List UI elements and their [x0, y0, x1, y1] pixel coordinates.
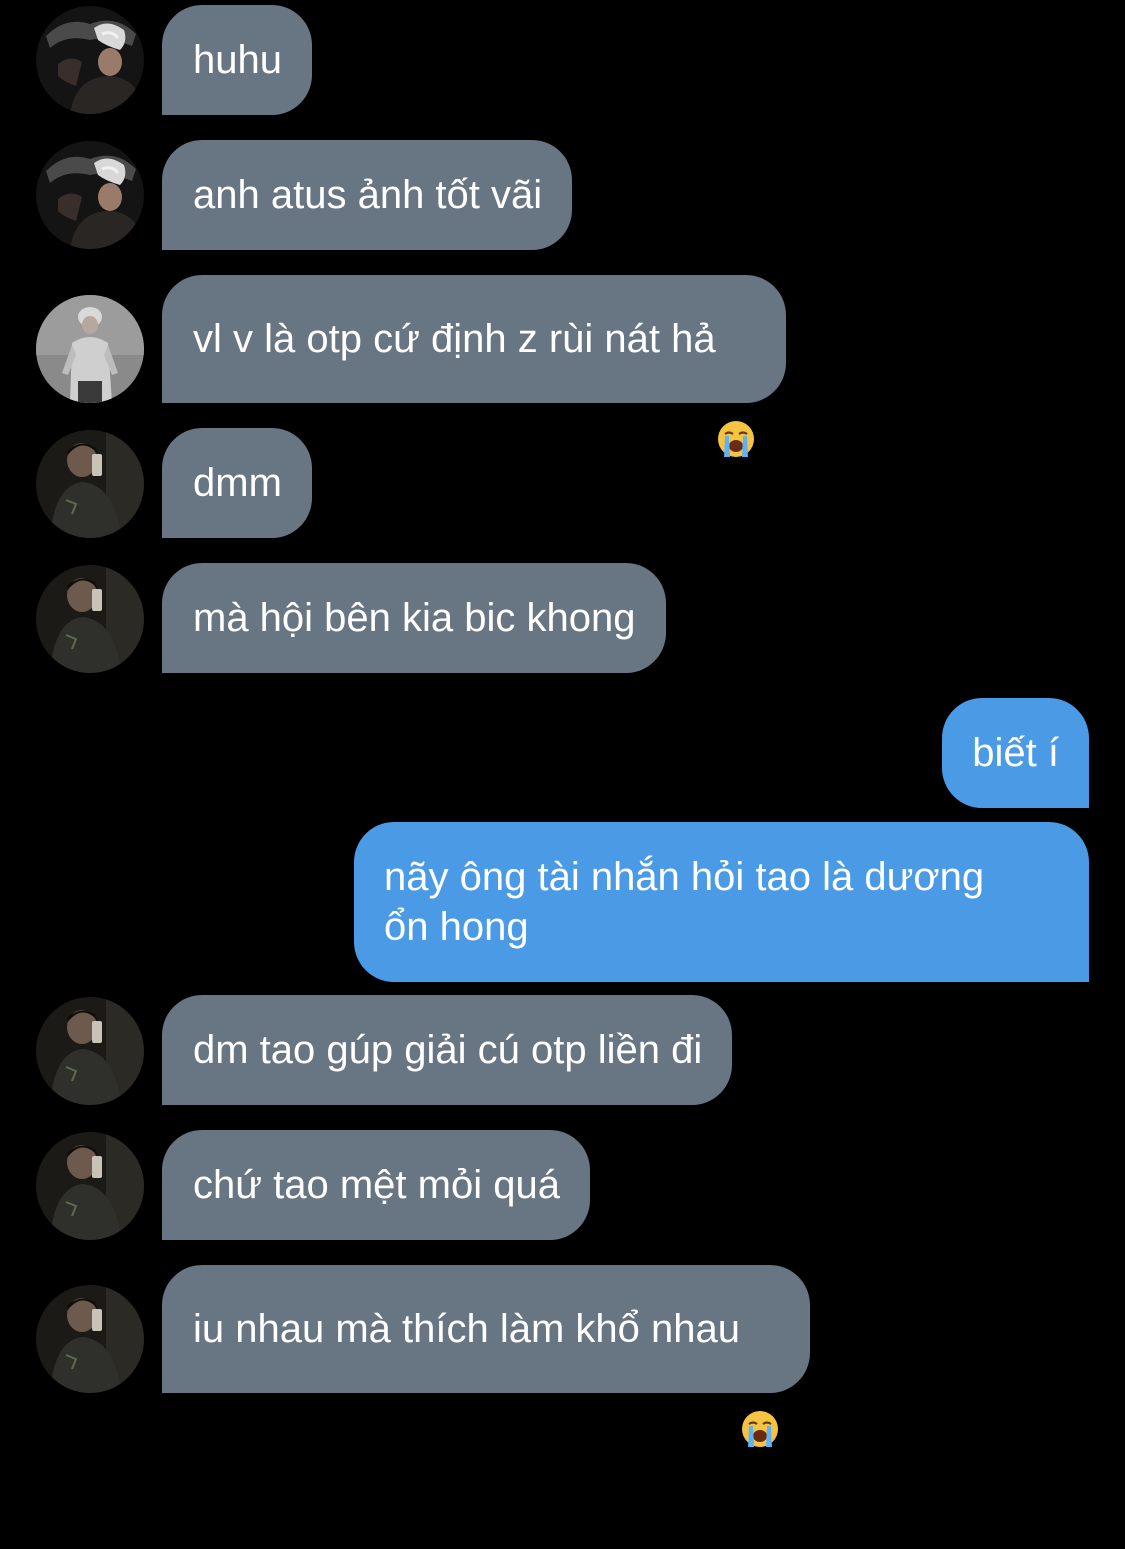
message-text: anh atus ảnh tốt vãi — [193, 173, 543, 217]
message-text: chứ tao mệt mỏi quá — [193, 1163, 560, 1207]
blond-person-avatar-icon — [36, 141, 144, 249]
incoming-message-bubble[interactable]: dmm — [162, 428, 312, 538]
incoming-message-bubble[interactable]: dm tao gúp giải cú otp liền đi — [162, 995, 733, 1105]
message-row: huhu — [0, 5, 1125, 115]
avatar[interactable] — [36, 430, 144, 538]
message-row: dmm — [0, 428, 1125, 538]
incoming-message-bubble[interactable]: vl v là otp cứ định z rùi nát hả — [162, 275, 786, 457]
incoming-message-bubble[interactable]: anh atus ảnh tốt vãi — [162, 140, 573, 250]
avatar[interactable] — [36, 1285, 144, 1393]
message-text: dm tao gúp giải cú otp liền đi — [193, 1028, 703, 1072]
avatar[interactable] — [36, 141, 144, 249]
message-text: biết í — [972, 731, 1059, 775]
outgoing-message-bubble[interactable]: biết í — [942, 698, 1089, 808]
mirror-selfie-avatar-icon — [36, 997, 144, 1105]
incoming-message-bubble[interactable]: mà hội bên kia bic khong — [162, 563, 666, 673]
message-text: mà hội bên kia bic khong — [193, 596, 636, 640]
avatar[interactable] — [36, 295, 144, 403]
message-row: anh atus ảnh tốt vãi — [0, 140, 1125, 250]
message-row: chứ tao mệt mỏi quá — [0, 1130, 1125, 1240]
incoming-message-bubble[interactable]: huhu — [162, 5, 312, 115]
message-row: biết í — [0, 698, 1125, 808]
avatar[interactable] — [36, 6, 144, 114]
avatar[interactable] — [36, 565, 144, 673]
mirror-selfie-avatar-icon — [36, 430, 144, 538]
message-row: iu nhau mà thích làm khổ nhau — [0, 1265, 1125, 1447]
outgoing-message-bubble[interactable]: nãy ông tài nhắn hỏi tao là dương ổn hon… — [354, 822, 1089, 982]
message-text: vl v là otp cứ định z rùi nát hả — [193, 317, 716, 361]
message-text: huhu — [193, 38, 282, 82]
mirror-selfie-avatar-icon — [36, 565, 144, 673]
message-text: nãy ông tài nhắn hỏi tao là dương ổn hon… — [384, 855, 985, 949]
message-row: mà hội bên kia bic khong — [0, 563, 1125, 673]
hoodie-person-avatar-icon — [36, 295, 144, 403]
loudly-crying-face-emoji-icon — [740, 1309, 780, 1447]
message-row: vl v là otp cứ định z rùi nát hả — [0, 275, 1125, 457]
incoming-message-bubble[interactable]: chứ tao mệt mỏi quá — [162, 1130, 590, 1240]
message-text: iu nhau mà thích làm khổ nhau — [193, 1307, 741, 1351]
blond-person-avatar-icon — [36, 6, 144, 114]
chat-thread[interactable]: huhu anh atus ảnh tốt vãi vl v là otp cứ… — [0, 0, 1125, 1447]
avatar[interactable] — [36, 997, 144, 1105]
message-text: dmm — [193, 461, 282, 505]
incoming-message-bubble[interactable]: iu nhau mà thích làm khổ nhau — [162, 1265, 811, 1447]
mirror-selfie-avatar-icon — [36, 1285, 144, 1393]
mirror-selfie-avatar-icon — [36, 1132, 144, 1240]
avatar[interactable] — [36, 1132, 144, 1240]
message-row: dm tao gúp giải cú otp liền đi — [0, 995, 1125, 1105]
loudly-crying-face-emoji-icon — [716, 319, 756, 457]
message-row: nãy ông tài nhắn hỏi tao là dương ổn hon… — [0, 822, 1125, 982]
